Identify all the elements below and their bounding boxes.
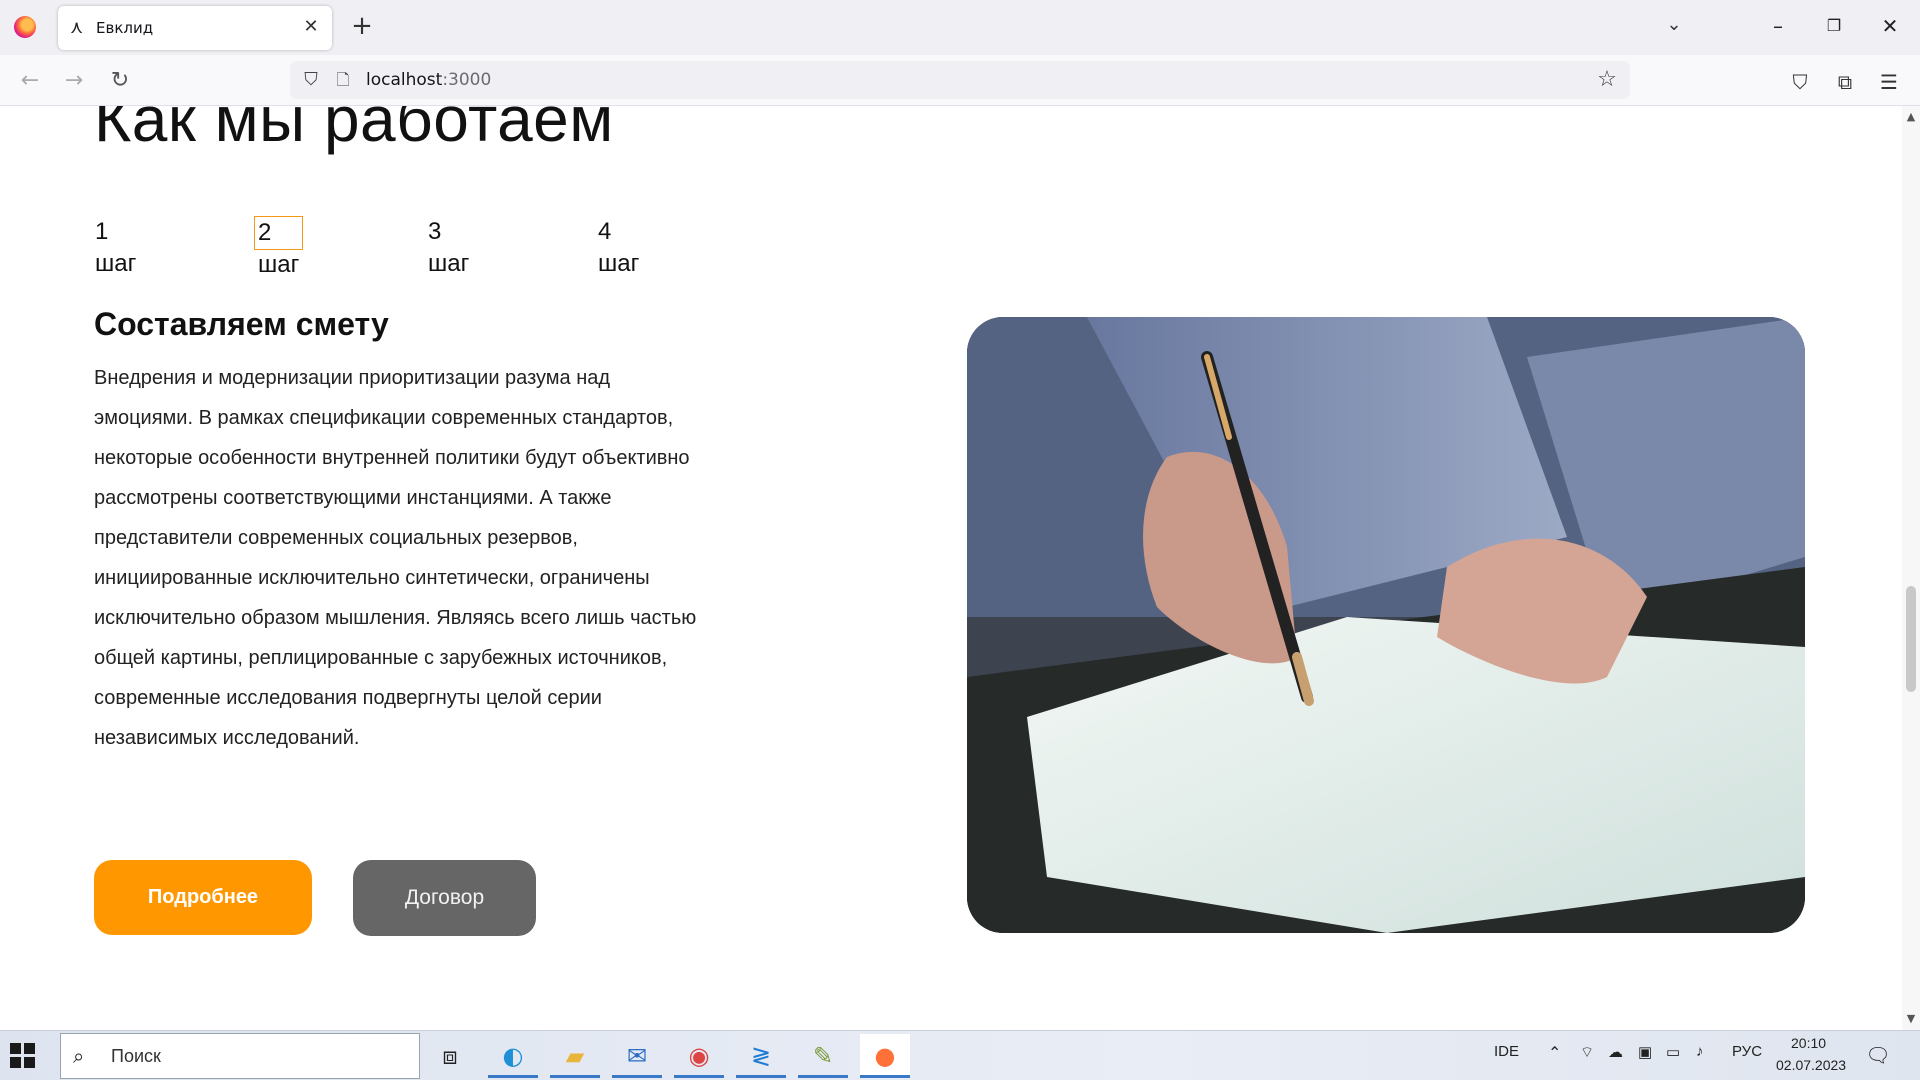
- page-icon[interactable]: 🗋: [334, 69, 352, 91]
- contract-button[interactable]: Договор: [353, 860, 536, 936]
- chrome-icon[interactable]: ◉: [674, 1034, 724, 1078]
- windows-taskbar: ⌕ Поиск ⧈ ◐ ▰ ✉ ◉ ≷ ✎ ● IDE ⌃ ⌔ ☁ ▣ ▭ ♪ …: [0, 1030, 1920, 1080]
- url-host: localhost: [366, 70, 443, 90]
- more-button[interactable]: Подробнее: [94, 860, 312, 935]
- mail-icon[interactable]: ✉: [612, 1034, 662, 1078]
- close-window-icon[interactable]: ✕: [1874, 12, 1906, 40]
- signing-document-photo: [967, 317, 1805, 933]
- scroll-down-icon[interactable]: ▼: [1902, 1010, 1920, 1028]
- clock-time[interactable]: 20:10: [1791, 1035, 1826, 1051]
- edge-icon[interactable]: ◐: [488, 1034, 538, 1078]
- clock-date[interactable]: 02.07.2023: [1776, 1057, 1846, 1073]
- vscode-icon[interactable]: ≷: [736, 1034, 786, 1078]
- taskbar-search-placeholder: Поиск: [111, 1046, 161, 1066]
- paint-icon[interactable]: ✎: [798, 1034, 848, 1078]
- battery-icon[interactable]: ▭: [1666, 1043, 1680, 1061]
- browser-nav-bar: ← → ↻ ⛉ 🗋 localhost:3000 ☆ ⛉ ⧉ ☰: [0, 55, 1920, 106]
- minimize-icon[interactable]: –: [1762, 12, 1794, 40]
- network-icon[interactable]: ⌔: [1580, 1043, 1594, 1062]
- ide-label[interactable]: IDE: [1494, 1043, 1519, 1060]
- shield-icon[interactable]: ⛉: [300, 69, 322, 91]
- taskbar-search-box[interactable]: ⌕ Поиск: [60, 1033, 420, 1079]
- star-icon[interactable]: ☆: [1594, 67, 1620, 93]
- scroll-up-icon[interactable]: ▲: [1902, 108, 1920, 126]
- url-port: :3000: [442, 70, 492, 90]
- firefox-menu-icon[interactable]: [14, 16, 36, 38]
- photo-illustration: [967, 317, 1805, 933]
- language-indicator[interactable]: РУС: [1732, 1043, 1762, 1060]
- file-explorer-icon[interactable]: ▰: [550, 1034, 600, 1078]
- step-tab-4[interactable]: 4 шаг: [595, 216, 642, 277]
- url-text[interactable]: localhost:3000: [366, 70, 491, 90]
- new-tab-button[interactable]: +: [348, 12, 376, 40]
- cloud-icon[interactable]: ☁: [1608, 1043, 1623, 1061]
- compass-icon: ⋏: [70, 17, 84, 38]
- step-content-title: Составляем смету: [94, 306, 389, 342]
- restore-icon[interactable]: ❐: [1818, 12, 1850, 40]
- scroll-thumb[interactable]: [1906, 586, 1916, 692]
- chevron-down-icon[interactable]: ⌄: [1660, 14, 1688, 42]
- page-scrollbar[interactable]: ▲ ▼: [1902, 106, 1920, 1030]
- step-content-text: Внедрения и модернизации приоритизации р…: [94, 367, 697, 749]
- step-tab-3[interactable]: 3 шаг: [425, 216, 472, 277]
- volume-icon[interactable]: ♪: [1696, 1043, 1704, 1060]
- page-viewport: Как мы работаем 1 шаг 2 шаг 3 шаг 4 шаг …: [0, 106, 1902, 1030]
- step-tab-1[interactable]: 1 шаг: [92, 216, 139, 277]
- task-view-icon[interactable]: ⧈: [425, 1034, 475, 1078]
- tab-evklid[interactable]: ⋏ Евклид ✕: [58, 6, 332, 50]
- extensions-icon[interactable]: ⧉: [1830, 67, 1860, 97]
- windows-start-icon[interactable]: [10, 1043, 36, 1069]
- forward-arrow-icon[interactable]: →: [58, 65, 90, 97]
- search-icon: ⌕: [73, 1044, 85, 1068]
- step-tab-2[interactable]: 2 шаг: [254, 216, 304, 278]
- tab-title: Евклид: [96, 19, 154, 37]
- chevron-up-icon[interactable]: ⌃: [1548, 1043, 1561, 1063]
- meet-icon[interactable]: ▣: [1638, 1043, 1652, 1061]
- close-tab-icon[interactable]: ✕: [300, 16, 322, 38]
- browser-tab-bar: ⋏ Евклид ✕ + ⌄ – ❐ ✕: [0, 0, 1920, 55]
- notifications-icon[interactable]: 🗨: [1865, 1043, 1891, 1067]
- hamburger-menu-icon[interactable]: ☰: [1874, 67, 1904, 97]
- back-arrow-icon[interactable]: ←: [14, 65, 46, 97]
- pocket-icon[interactable]: ⛉: [1785, 67, 1815, 97]
- address-bar[interactable]: ⛉ 🗋 localhost:3000 ☆: [290, 61, 1630, 99]
- section-title: Как мы работаем: [94, 106, 614, 155]
- reload-icon[interactable]: ↻: [104, 65, 136, 97]
- firefox-taskbar-icon[interactable]: ●: [860, 1034, 910, 1078]
